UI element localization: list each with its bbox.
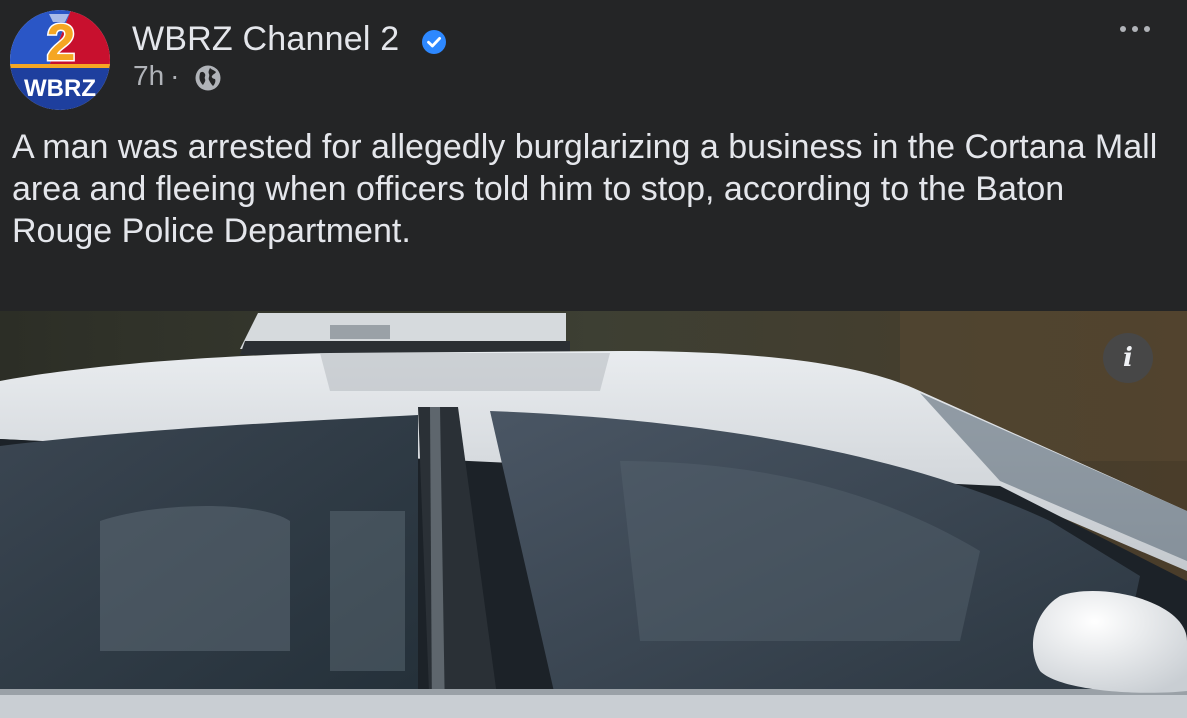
post-meta: 7h · [133, 60, 185, 92]
post-timestamp[interactable]: 7h [133, 60, 164, 91]
logo-number: 2 [47, 14, 76, 72]
globe-icon[interactable] [194, 64, 222, 92]
page-name-link[interactable]: WBRZ Channel 2 [132, 20, 399, 59]
image-info-button[interactable]: i [1103, 333, 1153, 383]
post-body-text: A man was arrested for allegedly burglar… [12, 128, 1158, 250]
feed-post: 2 WBRZ WBRZ Channel 2 7h · A man was arre… [0, 0, 1187, 718]
logo-text: WBRZ [24, 75, 96, 102]
verified-badge-icon [422, 30, 446, 54]
police-car-photo [0, 311, 1187, 718]
more-options-icon[interactable] [1115, 14, 1155, 44]
post-header: 2 WBRZ WBRZ Channel 2 7h · [0, 0, 1187, 120]
wbrz-logo: 2 WBRZ [10, 10, 110, 110]
meta-separator: · [170, 60, 180, 91]
post-photo[interactable] [0, 311, 1187, 718]
page-avatar[interactable]: 2 WBRZ [9, 10, 111, 110]
